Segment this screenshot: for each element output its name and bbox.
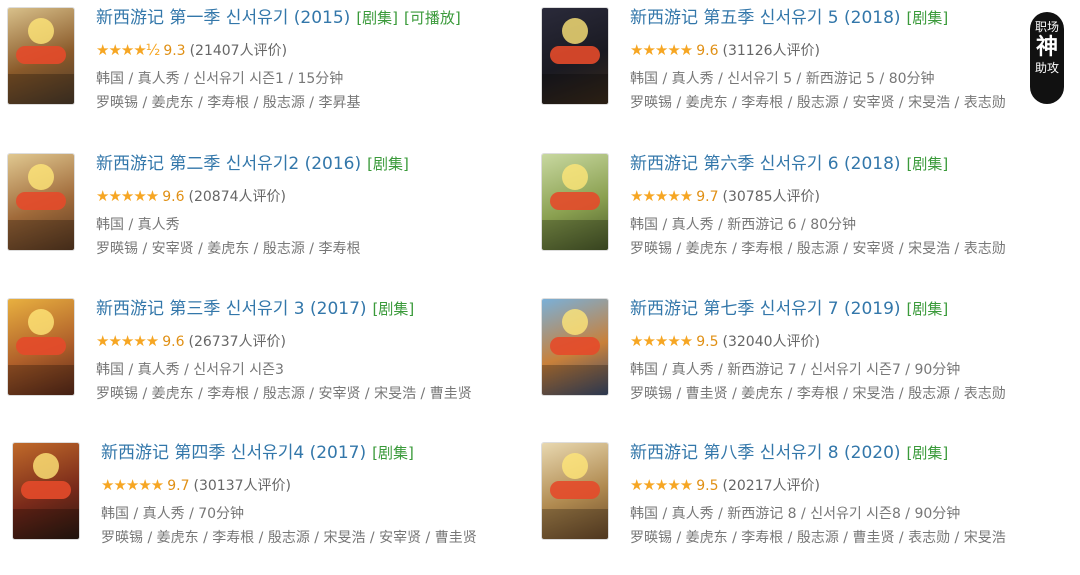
tag-series[interactable]: [剧集] (907, 444, 949, 462)
rating-row: ★★★★★ 9.7 (30785人评价) (630, 185, 1062, 207)
rating-score: 9.7 (167, 478, 190, 494)
rating-row: ★★★★★ 9.7 (30137人评价) (101, 474, 533, 496)
star-rating-icon: ★★★★★ (96, 187, 159, 205)
watermark-line2: 神 (1035, 35, 1058, 60)
item-cast: 罗暎锡 / 姜虎东 / 李寿根 / 殷志源 / 安宰贤 / 宋旻浩 / 表志勋 (630, 95, 1006, 111)
poster-image[interactable] (542, 8, 608, 104)
tag-playable[interactable]: [可播放] (404, 9, 461, 27)
watermark-badge: 职场 神 助攻 (1030, 12, 1064, 104)
item-meta: 韩国 / 真人秀 / 70分钟 (101, 506, 245, 522)
list-item: 新西游记 第三季 신서유기 3 (2017) [剧集] ★★★★★ 9.6 (2673… (8, 299, 528, 429)
rating-row: ★★★★★ 9.5 (20217人评价) (630, 474, 1062, 496)
poster-image[interactable] (542, 299, 608, 395)
poster-image[interactable] (8, 154, 74, 250)
rating-score: 9.6 (162, 189, 185, 205)
poster-image[interactable] (8, 299, 74, 395)
star-rating-icon: ★★★★½ (96, 41, 160, 59)
rating-row: ★★★★★ 9.6 (31126人评价) (630, 39, 1062, 61)
star-rating-icon: ★★★★★ (96, 332, 159, 350)
rating-votes: (21407人评价) (189, 43, 288, 59)
poster-image[interactable] (13, 443, 79, 539)
tag-series[interactable]: [剧集] (372, 444, 414, 462)
tag-series[interactable]: [剧集] (356, 9, 398, 27)
star-rating-icon: ★★★★★ (101, 476, 164, 494)
item-cast: 罗暎锡 / 姜虎东 / 李寿根 / 殷志源 / 宋旻浩 / 安宰贤 / 曹圭贤 (101, 530, 477, 546)
rating-row: ★★★★★ 9.6 (26737人评价) (96, 330, 528, 352)
list-item: 新西游记 第六季 신서유기 6 (2018) [剧集] ★★★★★ 9.7 (3078… (542, 154, 1062, 284)
list-item: 新西游记 第七季 신서유기 7 (2019) [剧集] ★★★★★ 9.5 (3204… (542, 299, 1062, 429)
item-title-link[interactable]: 新西游记 第六季 신서유기 6 (2018) [剧集] (630, 153, 1062, 175)
rating-votes: (32040人评价) (722, 334, 820, 350)
poster-image[interactable] (542, 154, 608, 250)
item-title-link[interactable]: 新西游记 第一季 신서유기 (2015) [剧集] [可播放] (96, 7, 528, 29)
star-rating-icon: ★★★★★ (630, 476, 693, 494)
item-title-link[interactable]: 新西游记 第五季 신서유기 5 (2018) [剧集] (630, 7, 1062, 29)
tag-series[interactable]: [剧集] (373, 300, 415, 318)
list-item: 新西游记 第二季 신서유기2 (2016) [剧集] ★★★★★ 9.6 (20874… (8, 154, 528, 284)
watermark-line3: 助攻 (1034, 61, 1059, 75)
item-title-link[interactable]: 新西游记 第七季 신서유기 7 (2019) [剧集] (630, 298, 1062, 320)
rating-score: 9.3 (163, 43, 186, 59)
poster-image[interactable] (8, 8, 74, 104)
star-rating-icon: ★★★★★ (630, 41, 693, 59)
item-cast: 罗暎锡 / 安宰贤 / 姜虎东 / 殷志源 / 李寿根 (96, 241, 361, 257)
tag-series[interactable]: [剧集] (367, 155, 409, 173)
list-item: 新西游记 第五季 신서유기 5 (2018) [剧集] ★★★★★ 9.6 (3112… (542, 8, 1062, 138)
item-cast: 罗暎锡 / 姜虎东 / 李寿根 / 殷志源 / 李昇基 (96, 95, 361, 111)
rating-score: 9.6 (162, 334, 185, 350)
poster-image[interactable] (542, 443, 608, 539)
rating-score: 9.6 (696, 43, 719, 59)
rating-row: ★★★★★ 9.6 (20874人评价) (96, 185, 528, 207)
rating-votes: (20217人评价) (722, 478, 820, 494)
rating-votes: (26737人评价) (188, 334, 286, 350)
item-title-link[interactable]: 新西游记 第四季 신서유기4 (2017) [剧集] (101, 442, 533, 464)
item-cast: 罗暎锡 / 姜虎东 / 李寿根 / 殷志源 / 曹圭贤 / 表志勋 / 宋旻浩 (630, 530, 1006, 546)
rating-votes: (20874人评价) (188, 189, 286, 205)
star-rating-icon: ★★★★★ (630, 332, 693, 350)
item-title-link[interactable]: 新西游记 第八季 신서유기 8 (2020) [剧集] (630, 442, 1062, 464)
item-meta: 韩国 / 真人秀 (96, 217, 180, 233)
item-meta: 韩国 / 真人秀 / 신서유기 시즌3 (96, 362, 284, 378)
list-item: 新西游记 第四季 신서유기4 (2017) [剧集] ★★★★★ 9.7 (30137… (13, 443, 533, 573)
watermark-line1: 职场 (1034, 20, 1059, 34)
rating-score: 9.7 (696, 189, 719, 205)
item-cast: 罗暎锡 / 姜虎东 / 李寿根 / 殷志源 / 安宰贤 / 宋旻浩 / 表志勋 (630, 241, 1006, 257)
item-title-link[interactable]: 新西游记 第三季 신서유기 3 (2017) [剧集] (96, 298, 528, 320)
item-cast: 罗暎锡 / 曹圭贤 / 姜虎东 / 李寿根 / 宋旻浩 / 殷志源 / 表志勋 (630, 386, 1006, 402)
item-meta: 韩国 / 真人秀 / 新西游记 6 / 80分钟 (630, 217, 857, 233)
tag-series[interactable]: [剧集] (907, 9, 949, 27)
rating-votes: (30785人评价) (722, 189, 820, 205)
star-rating-icon: ★★★★★ (630, 187, 693, 205)
item-meta: 韩国 / 真人秀 / 新西游记 8 / 신서유기 시즌8 / 90分钟 (630, 506, 961, 522)
item-title-link[interactable]: 新西游记 第二季 신서유기2 (2016) [剧集] (96, 153, 528, 175)
item-cast: 罗暎锡 / 姜虎东 / 李寿根 / 殷志源 / 安宰贤 / 宋旻浩 / 曹圭贤 (96, 386, 472, 402)
item-meta: 韩国 / 真人秀 / 新西游记 7 / 신서유기 시즌7 / 90分钟 (630, 362, 961, 378)
rating-votes: (30137人评价) (193, 478, 291, 494)
rating-score: 9.5 (696, 334, 719, 350)
tag-series[interactable]: [剧集] (907, 300, 949, 318)
rating-row: ★★★★★ 9.5 (32040人评价) (630, 330, 1062, 352)
item-meta: 韩国 / 真人秀 / 신서유기 5 / 新西游记 5 / 80分钟 (630, 71, 935, 87)
rating-score: 9.5 (696, 478, 719, 494)
list-item: 新西游记 第一季 신서유기 (2015) [剧集] [可播放] ★★★★½ 9.3 (2… (8, 8, 528, 138)
rating-votes: (31126人评价) (722, 43, 820, 59)
rating-row: ★★★★½ 9.3 (21407人评价) (96, 39, 528, 61)
tag-series[interactable]: [剧集] (907, 155, 949, 173)
item-meta: 韩国 / 真人秀 / 신서유기 시즌1 / 15分钟 (96, 71, 344, 87)
list-item: 新西游记 第八季 신서유기 8 (2020) [剧集] ★★★★★ 9.5 (2021… (542, 443, 1062, 573)
